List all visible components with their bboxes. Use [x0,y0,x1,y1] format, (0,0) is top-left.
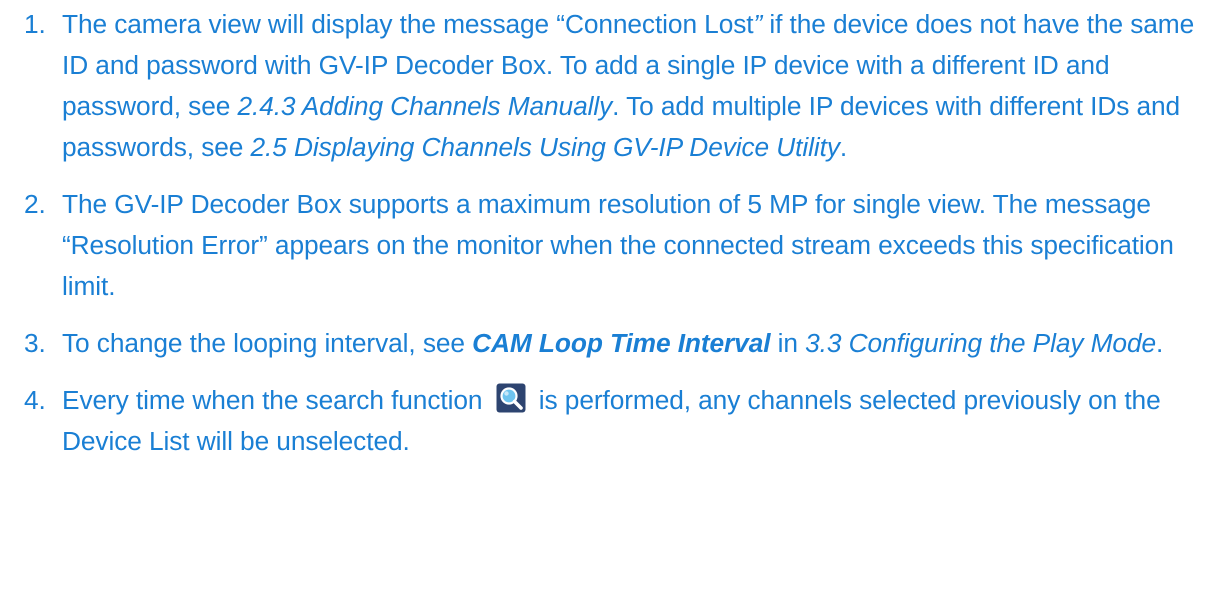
note-item-1: 1. The camera view will display the mess… [0,4,1213,168]
note-text: . [839,132,848,162]
note-text: The GV-IP Decoder Box supports a maximum… [62,189,1174,301]
note-item-4: 4. Every time when the search function i… [0,380,1213,462]
section-reference-2-4-3: 2.4.3 Adding Channels Manually [237,91,613,121]
notes-list: 1. The camera view will display the mess… [0,4,1213,462]
section-reference-2-5: 2.5 Displaying Channels Using GV-IP Devi… [250,132,840,162]
note-text: The camera view will display the message… [62,9,754,39]
section-reference-3-3: 3.3 Configuring the Play Mode [805,328,1157,358]
note-item-2: 2. The GV-IP Decoder Box supports a maxi… [0,184,1213,307]
note-text: Every time when the search function [62,385,490,415]
magnifier-search-icon [496,383,526,413]
setting-name-cam-loop-time-interval: CAM Loop Time Interval [472,328,771,358]
note-number: 2. [24,189,46,219]
note-item-3: 3. To change the looping interval, see C… [0,323,1213,364]
note-text: . [1156,328,1164,358]
note-number: 3. [24,328,46,358]
note-text-italic-quote: ” [753,9,763,39]
note-text: To change the looping interval, see [62,328,473,358]
note-number: 1. [24,9,46,39]
note-text: in [770,328,806,358]
note-number: 4. [24,385,46,415]
